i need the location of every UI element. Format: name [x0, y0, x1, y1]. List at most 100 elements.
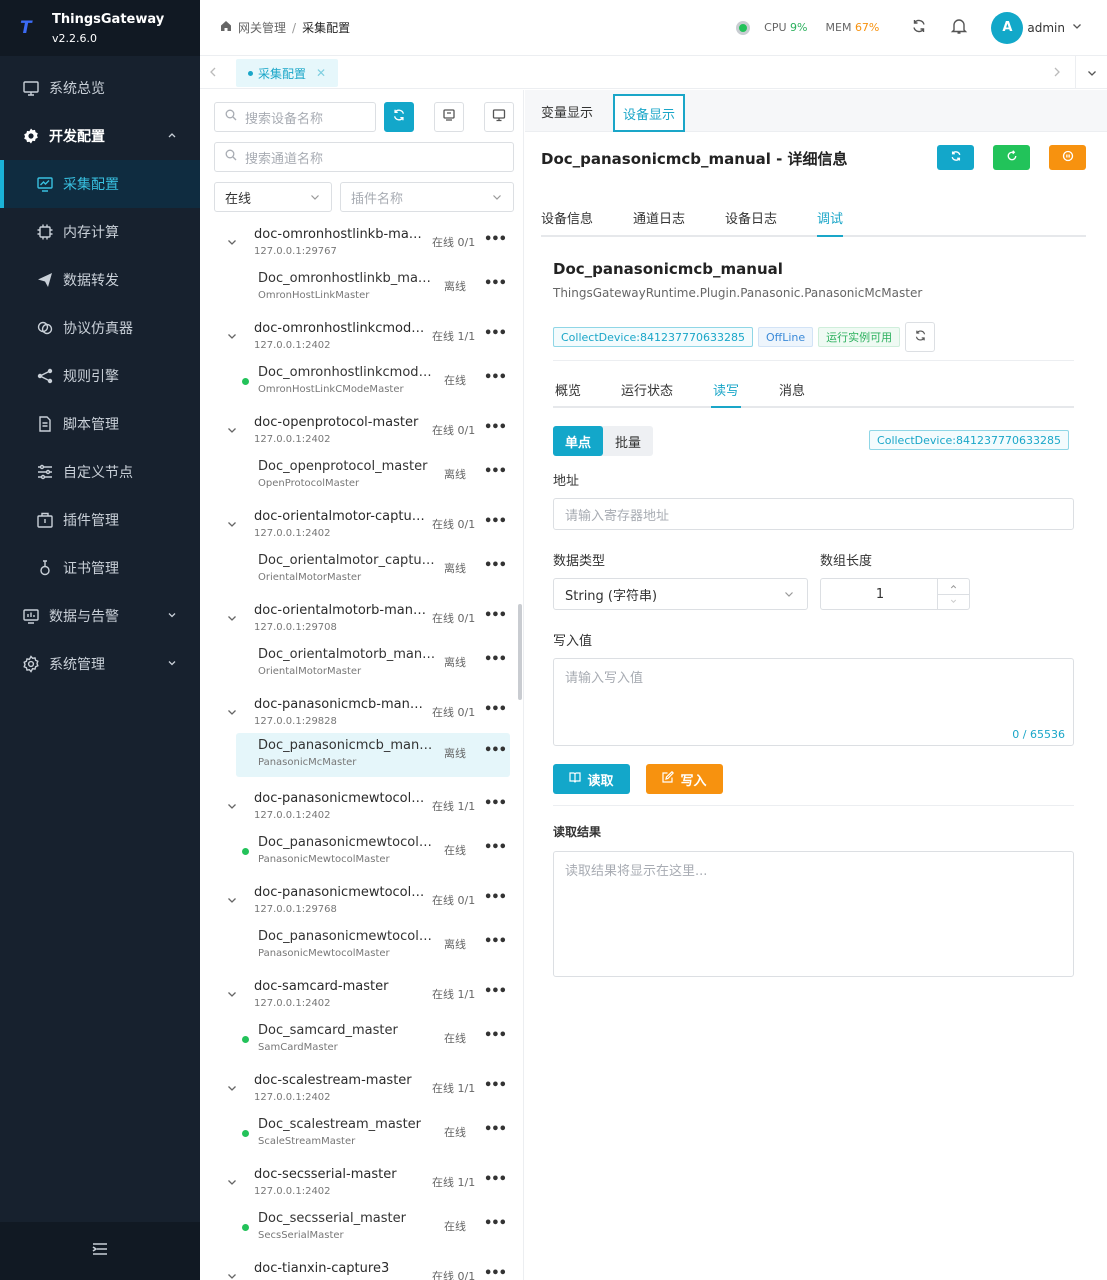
more-icon[interactable]: •••	[484, 276, 507, 291]
tab-device-view[interactable]: 设备显示	[613, 94, 685, 132]
more-icon[interactable]: •••	[484, 370, 507, 385]
tree-channel-node[interactable]: doc-tianxin-capture3 在线 0/1 •••	[200, 1258, 523, 1280]
tree-scrollbar[interactable]	[518, 604, 522, 700]
chevron-down-icon[interactable]	[938, 595, 969, 610]
address-input[interactable]: 请输入寄存器地址	[553, 498, 1074, 530]
tab-read-write[interactable]: 读写	[710, 380, 742, 408]
tab-scroll-right-icon[interactable]	[1052, 66, 1062, 82]
tab-overview[interactable]: 概览	[555, 380, 581, 399]
write-button[interactable]: 写入	[646, 764, 723, 794]
more-icon[interactable]: •••	[484, 558, 507, 573]
tab-messages[interactable]: 消息	[779, 380, 805, 399]
more-icon[interactable]: •••	[484, 796, 507, 811]
more-icon[interactable]: •••	[484, 1266, 507, 1280]
tree-device-node[interactable]: Doc_scalestream_master ScaleStreamMaster 在…	[200, 1114, 523, 1158]
chevron-down-icon[interactable]	[226, 424, 238, 440]
more-icon[interactable]: •••	[484, 420, 507, 435]
read-button[interactable]: 读取	[553, 764, 630, 794]
pause-button[interactable]	[1049, 145, 1086, 170]
status-filter-select[interactable]: 在线	[214, 182, 332, 212]
tree-channel-node[interactable]: doc-panasonicmewtocolb-manual 127.0.0.1:2…	[200, 882, 523, 926]
close-icon[interactable]: ✕	[316, 66, 326, 80]
tab-device-log[interactable]: 设备日志	[725, 208, 777, 227]
tab-run-state[interactable]: 运行状态	[621, 380, 673, 399]
more-icon[interactable]: •••	[484, 934, 507, 949]
refresh-tree-button[interactable]	[384, 102, 414, 132]
tree-device-node-selected[interactable]: Doc_panasonicmcb_manual PanasonicMcMaster…	[236, 733, 510, 777]
more-icon[interactable]: •••	[484, 1216, 507, 1231]
tree-device-node[interactable]: Doc_omronhostlinkcmode_master OmronHostLi…	[200, 362, 523, 406]
sidebar-item-plugin[interactable]: 插件管理	[0, 496, 200, 544]
more-icon[interactable]: •••	[484, 1172, 507, 1187]
more-icon[interactable]: •••	[484, 1122, 507, 1137]
chevron-down-icon[interactable]	[226, 1176, 238, 1192]
tree-channel-node[interactable]: doc-panasonicmewtocol-capture3 127.0.0.1:…	[200, 788, 523, 832]
search-device-input[interactable]: 搜索设备名称	[214, 102, 376, 132]
sidebar-item-system[interactable]: 系统管理	[0, 640, 200, 688]
tree-channel-node[interactable]: doc-samcard-master 127.0.0.1:2402 在线 1/1 ••…	[200, 976, 523, 1020]
sidebar-item-overview[interactable]: 系统总览	[0, 64, 200, 112]
tree-channel-node[interactable]: doc-orientalmotorb-manual 127.0.0.1:29708…	[200, 600, 523, 644]
chevron-down-icon[interactable]	[226, 518, 238, 534]
tree-channel-node[interactable]: doc-secsserial-master 127.0.0.1:2402 在线 1/…	[200, 1164, 523, 1208]
more-icon[interactable]: •••	[484, 326, 507, 341]
more-icon[interactable]: •••	[484, 232, 507, 247]
more-icon[interactable]: •••	[484, 652, 507, 667]
tree-channel-node[interactable]: doc-scalestream-master 127.0.0.1:2402 在线 1…	[200, 1070, 523, 1114]
user-name[interactable]: admin	[1027, 21, 1065, 35]
read-result-textarea[interactable]: 读取结果将显示在这里...	[553, 851, 1074, 977]
chevron-down-icon[interactable]	[1071, 20, 1083, 36]
sidebar-collapse-button[interactable]	[0, 1222, 200, 1280]
sidebar-item-data-forward[interactable]: 数据转发	[0, 256, 200, 304]
tree-channel-node[interactable]: doc-openprotocol-master 127.0.0.1:2402 在线 …	[200, 412, 523, 456]
chevron-down-icon[interactable]	[226, 1082, 238, 1098]
chevron-up-icon[interactable]	[938, 579, 969, 595]
plugin-filter-select[interactable]: 插件名称	[340, 182, 514, 212]
tree-device-node[interactable]: Doc_samcard_master SamCardMaster 在线 •••	[200, 1020, 523, 1064]
more-icon[interactable]: •••	[484, 1028, 507, 1043]
tree-channel-node[interactable]: doc-omronhostlinkcmode-master 127.0.0.1:2…	[200, 318, 523, 362]
more-icon[interactable]: •••	[484, 743, 507, 758]
notification-button[interactable]	[949, 18, 969, 38]
sidebar-item-rule-engine[interactable]: 规则引擎	[0, 352, 200, 400]
tab-device-info[interactable]: 设备信息	[541, 208, 593, 227]
chevron-down-icon[interactable]	[226, 800, 238, 816]
mode-single-button[interactable]: 单点	[553, 426, 603, 456]
screen-button[interactable]	[484, 102, 514, 132]
tab-menu-chevron-icon[interactable]	[1075, 56, 1107, 89]
tab-scroll-left-icon[interactable]	[208, 66, 218, 82]
tab-collect-config[interactable]: 采集配置 ✕	[236, 59, 339, 87]
sidebar-item-data-alarm[interactable]: 数据与告警	[0, 592, 200, 640]
array-length-stepper[interactable]: 1	[820, 578, 970, 610]
more-icon[interactable]: •••	[484, 514, 507, 529]
more-icon[interactable]: •••	[484, 1078, 507, 1093]
chevron-down-icon[interactable]	[226, 612, 238, 628]
sidebar-item-memory-compute[interactable]: 内存计算	[0, 208, 200, 256]
chevron-down-icon[interactable]	[226, 236, 238, 252]
more-icon[interactable]: •••	[484, 984, 507, 999]
sidebar-item-dev-config[interactable]: 开发配置	[0, 112, 200, 160]
restart-button[interactable]	[993, 145, 1030, 170]
chevron-down-icon[interactable]	[226, 1270, 238, 1280]
more-icon[interactable]: •••	[484, 840, 507, 855]
chevron-down-icon[interactable]	[226, 988, 238, 1004]
sidebar-item-collect-config[interactable]: 采集配置	[0, 160, 200, 208]
more-icon[interactable]: •••	[484, 702, 507, 717]
write-value-textarea[interactable]: 请输入写入值 0 / 65536	[553, 658, 1074, 746]
more-icon[interactable]: •••	[484, 464, 507, 479]
sidebar-item-script[interactable]: 脚本管理	[0, 400, 200, 448]
tree-device-node[interactable]: Doc_orientalmotorb_manual OrientalMotorMa…	[200, 644, 523, 688]
chevron-down-icon[interactable]	[226, 330, 238, 346]
search-channel-input[interactable]: 搜索通道名称	[214, 142, 514, 172]
tree-device-node[interactable]: Doc_orientalmotor_capture3 OrientalMotorM…	[200, 550, 523, 594]
tree-device-node[interactable]: Doc_panasonicmewtocol_capture3 PanasonicM…	[200, 832, 523, 876]
avatar[interactable]: A	[991, 11, 1024, 44]
refresh-button[interactable]	[909, 18, 929, 38]
tree-device-node[interactable]: Doc_panasonicmewtocolb_manual PanasonicMe…	[200, 926, 523, 970]
tree-channel-node[interactable]: doc-omronhostlinkb-manual 127.0.0.1:29767…	[200, 224, 523, 268]
mode-batch-button[interactable]: 批量	[603, 426, 653, 456]
chevron-down-icon[interactable]	[226, 894, 238, 910]
sidebar-item-cert[interactable]: 证书管理	[0, 544, 200, 592]
tab-debug[interactable]: 调试	[817, 208, 844, 237]
refresh-status-button[interactable]	[905, 322, 936, 352]
